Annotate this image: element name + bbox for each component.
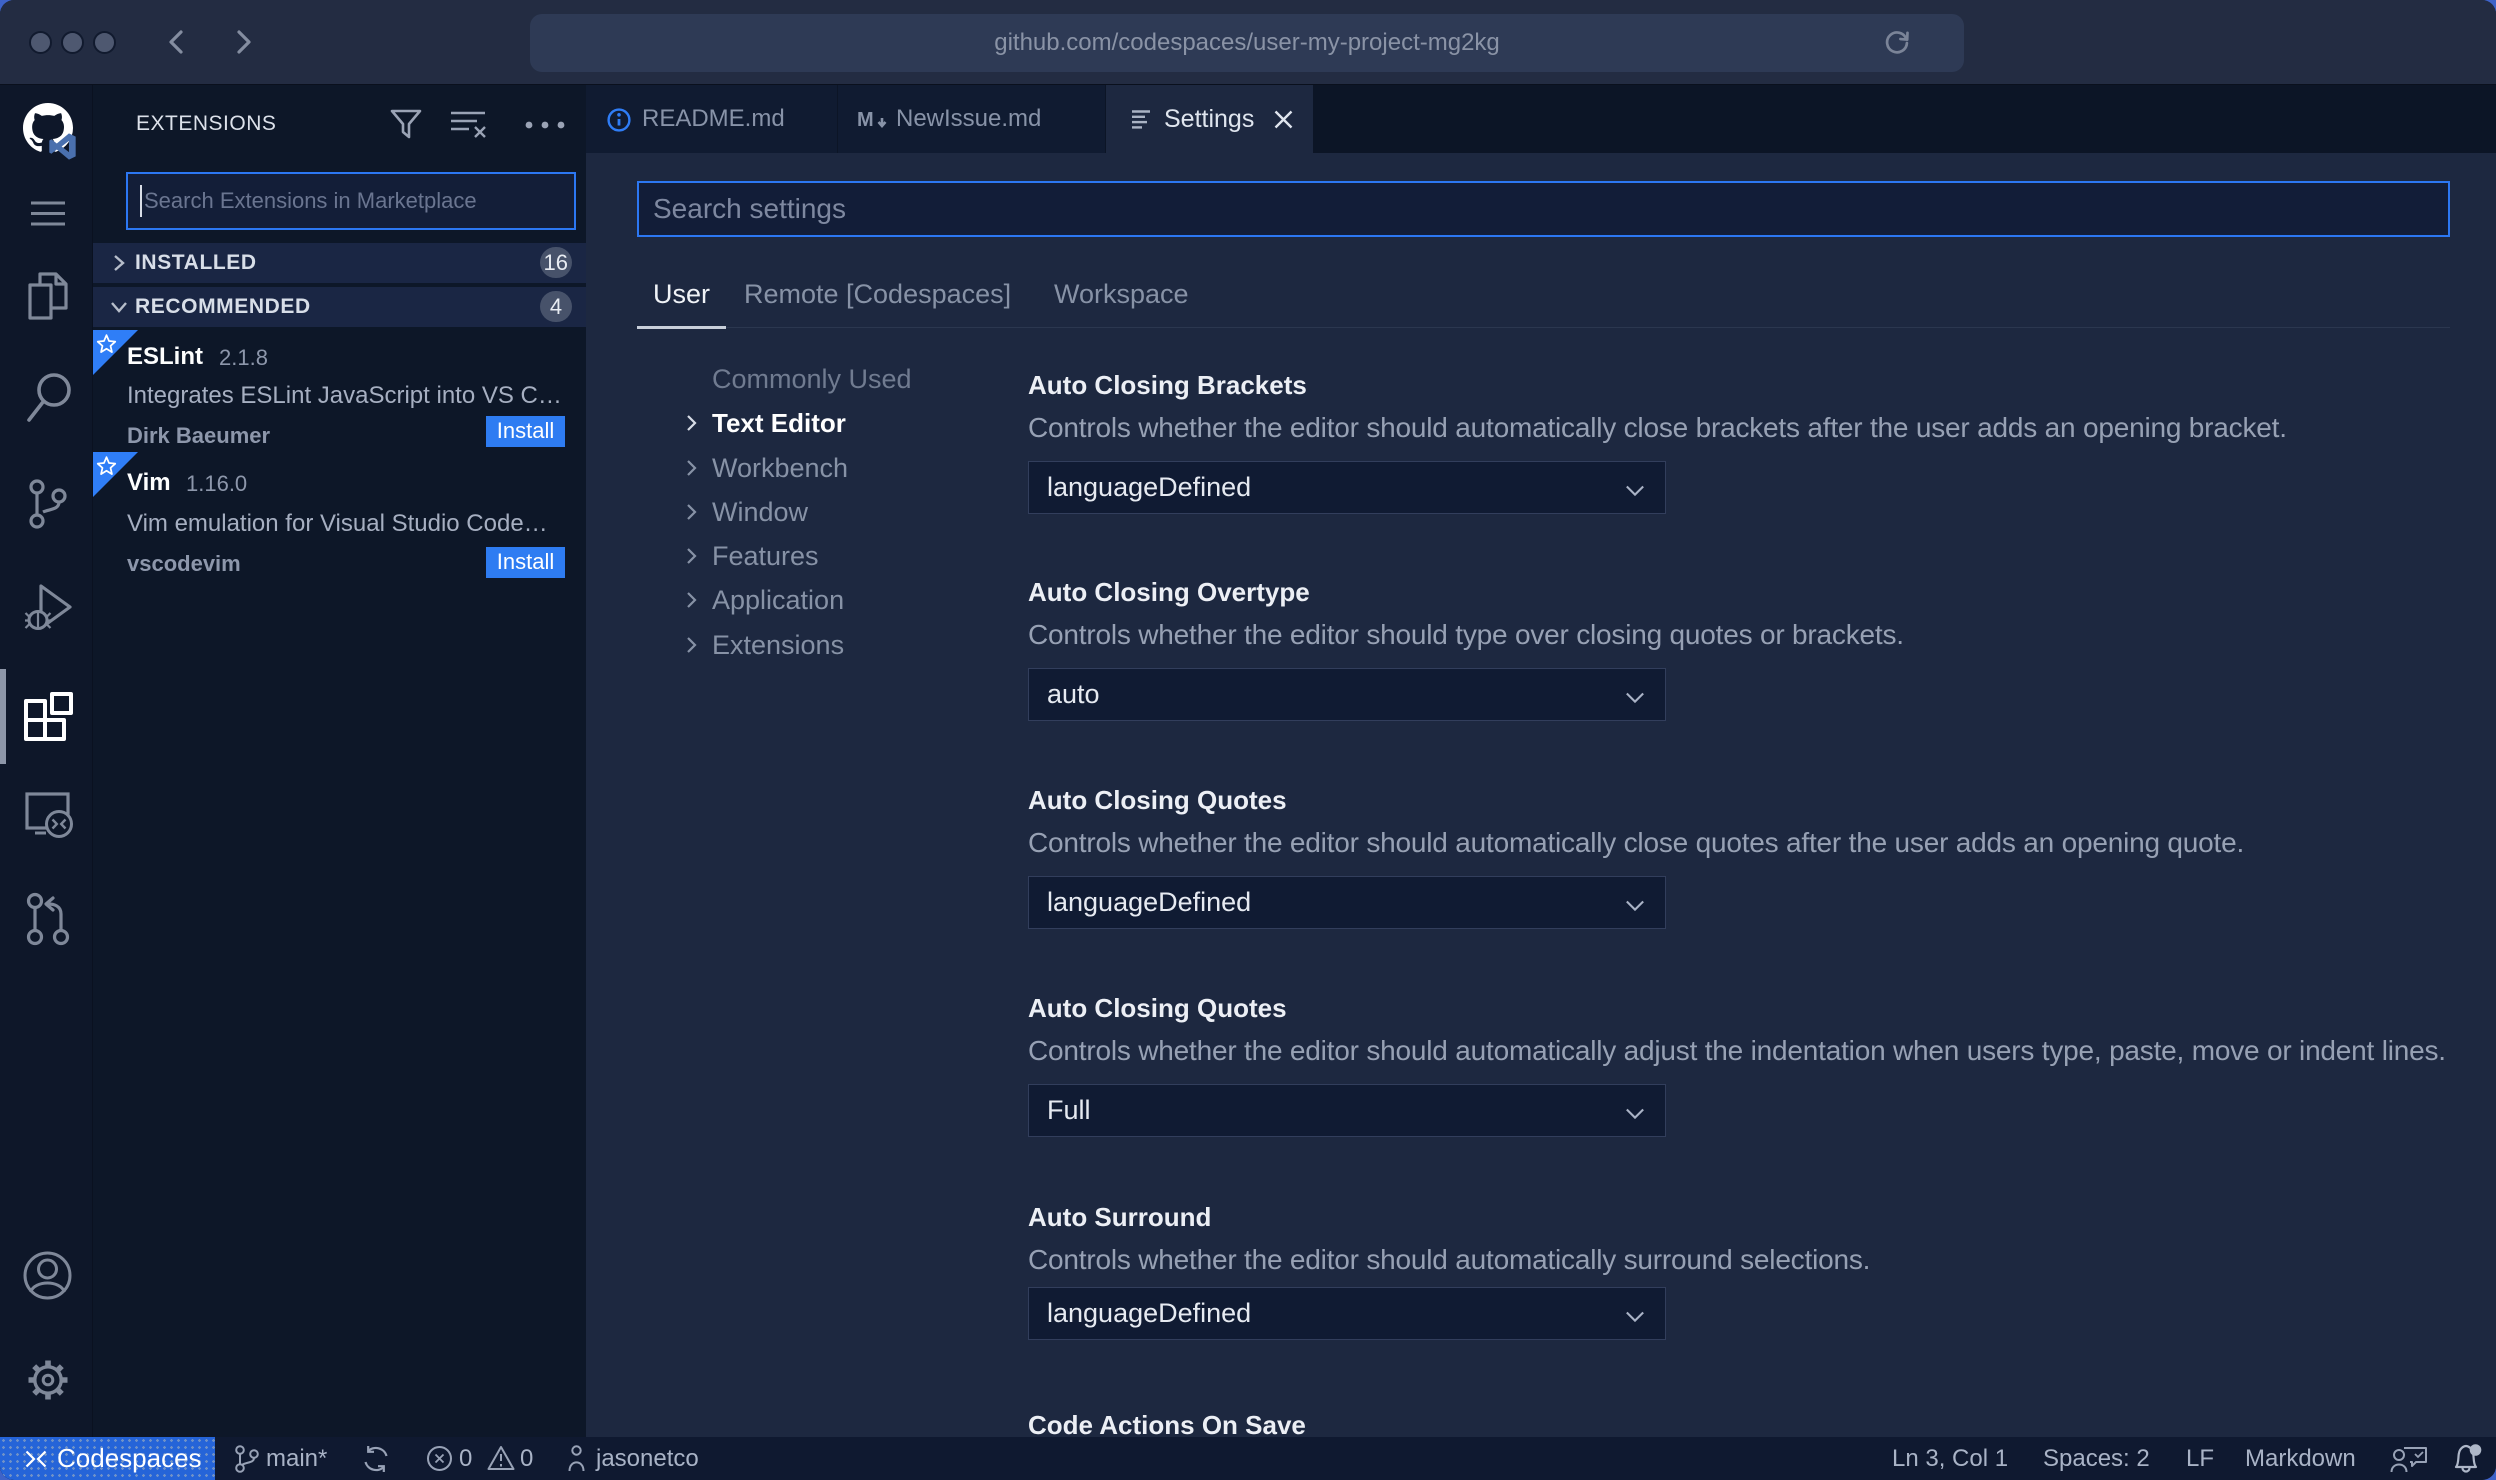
svg-text:M: M [857,109,874,130]
